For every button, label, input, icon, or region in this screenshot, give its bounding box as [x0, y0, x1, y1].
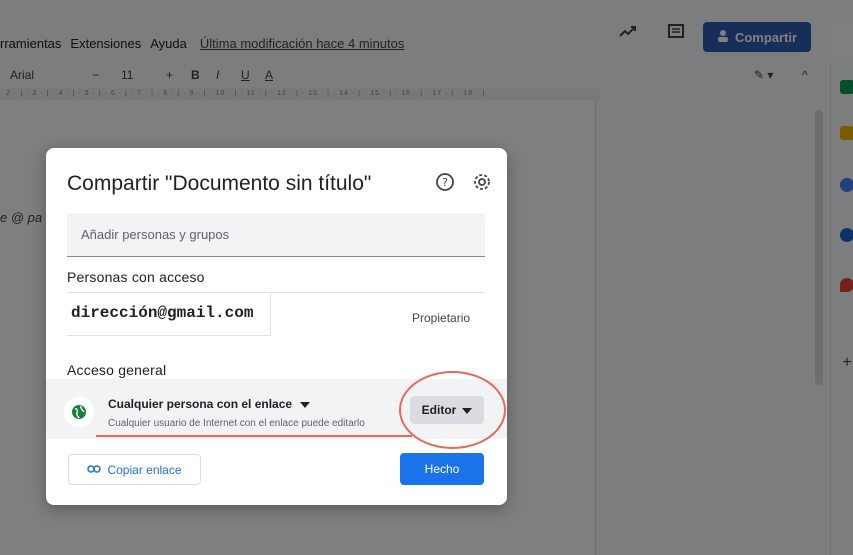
annotation-underline — [96, 435, 412, 437]
general-access-heading: Acceso general — [67, 362, 167, 378]
dropdown-icon — [300, 397, 311, 411]
done-button[interactable]: Hecho — [400, 453, 484, 485]
link-mode-label: Cualquier persona con el enlace — [108, 397, 293, 411]
link-description: Cualquier usuario de Internet con el enl… — [108, 418, 365, 429]
annotation-ellipse — [399, 371, 506, 449]
copy-link-button[interactable]: Copiar enlace — [68, 454, 201, 485]
dialog-title: Compartir "Documento sin título" — [67, 172, 372, 195]
copy-link-label: Copiar enlace — [107, 462, 182, 477]
help-icon[interactable]: ? — [435, 172, 455, 192]
globe-icon — [64, 397, 94, 427]
link-icon — [87, 463, 102, 477]
person-email: dirección@gmail.com — [67, 293, 271, 336]
share-dialog: Compartir "Documento sin título" ? Añadi… — [46, 148, 507, 505]
person-role: Propietario — [412, 311, 471, 325]
link-access-dropdown[interactable]: Cualquier persona con el enlace — [108, 397, 311, 411]
add-people-input[interactable]: Añadir personas y grupos — [67, 213, 485, 257]
gear-icon[interactable] — [472, 172, 492, 192]
svg-text:?: ? — [442, 176, 448, 189]
people-with-access-heading: Personas con acceso — [67, 269, 205, 285]
